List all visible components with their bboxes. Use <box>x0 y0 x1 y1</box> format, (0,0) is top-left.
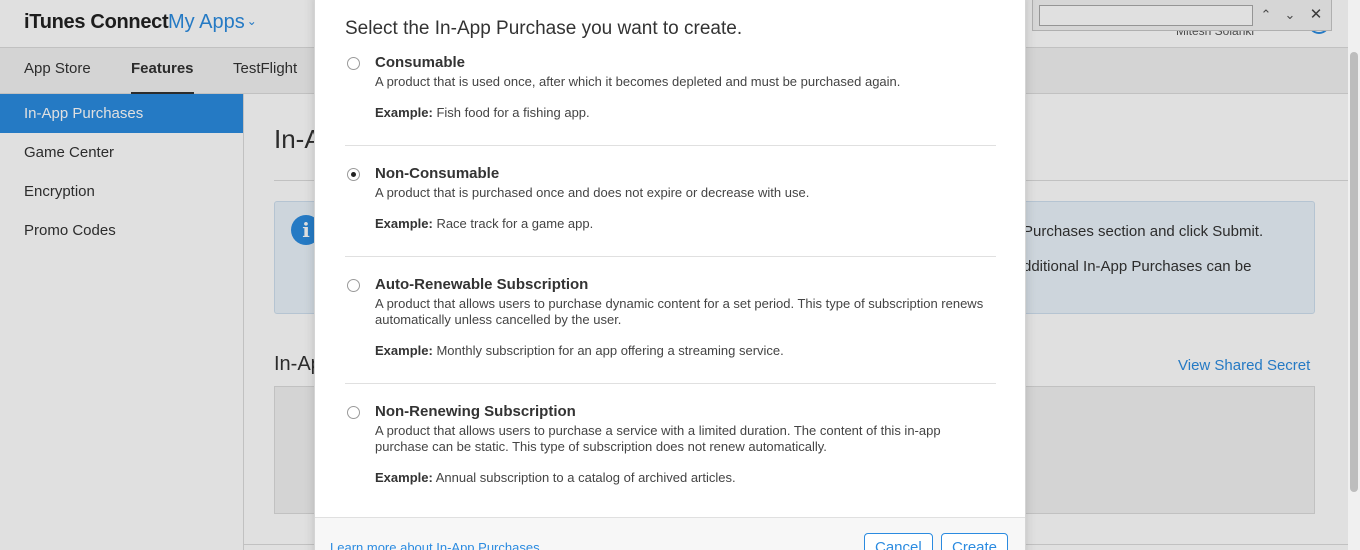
radio-non-renewing[interactable] <box>347 406 360 419</box>
create-iap-dialog: Select the In-App Purchase you want to c… <box>314 0 1026 550</box>
option-non-renewing-subscription[interactable]: Non-Renewing Subscription A product that… <box>345 403 996 495</box>
option-title: Non-Consumable <box>375 165 500 182</box>
option-example: Example: Monthly subscription for an app… <box>375 343 784 358</box>
create-button[interactable]: Create <box>941 533 1009 550</box>
option-example: Example: Race track for a game app. <box>375 216 593 231</box>
option-title: Consumable <box>375 54 466 71</box>
option-consumable[interactable]: Consumable A product that is used once, … <box>345 54 996 146</box>
option-auto-renewable-subscription[interactable]: Auto-Renewable Subscription A product th… <box>345 276 996 384</box>
option-example: Example: Annual subscription to a catalo… <box>375 470 736 485</box>
learn-more-link[interactable]: Learn more about In-App Purchases <box>330 540 540 550</box>
option-description: A product that is used once, after which… <box>375 74 901 89</box>
dialog-footer: Learn more about In-App Purchases Cancel… <box>315 517 1025 550</box>
radio-consumable[interactable] <box>347 57 360 70</box>
option-example: Example: Fish food for a fishing app. <box>375 105 590 120</box>
example-label: Example: <box>375 343 433 358</box>
dialog-heading: Select the In-App Purchase you want to c… <box>345 18 743 39</box>
option-description: A product that is purchased once and doe… <box>375 185 810 200</box>
example-text: Fish food for a fishing app. <box>436 105 590 120</box>
cancel-button[interactable]: Cancel <box>864 533 933 550</box>
option-title: Auto-Renewable Subscription <box>375 276 589 293</box>
option-description: A product that allows users to purchase … <box>375 423 941 454</box>
example-label: Example: <box>375 470 433 485</box>
option-description: A product that allows users to purchase … <box>375 296 984 327</box>
option-title: Non-Renewing Subscription <box>375 403 576 420</box>
option-non-consumable[interactable]: Non-Consumable A product that is purchas… <box>345 165 996 257</box>
example-text: Race track for a game app. <box>436 216 594 231</box>
radio-non-consumable[interactable] <box>347 168 360 181</box>
radio-auto-renewable[interactable] <box>347 279 360 292</box>
example-text: Annual subscription to a catalog of arch… <box>435 470 736 485</box>
scrollbar-thumb[interactable] <box>1350 52 1358 492</box>
example-text: Monthly subscription for an app offering… <box>436 343 784 358</box>
scrollbar[interactable] <box>1348 0 1360 550</box>
example-label: Example: <box>375 216 433 231</box>
example-label: Example: <box>375 105 433 120</box>
